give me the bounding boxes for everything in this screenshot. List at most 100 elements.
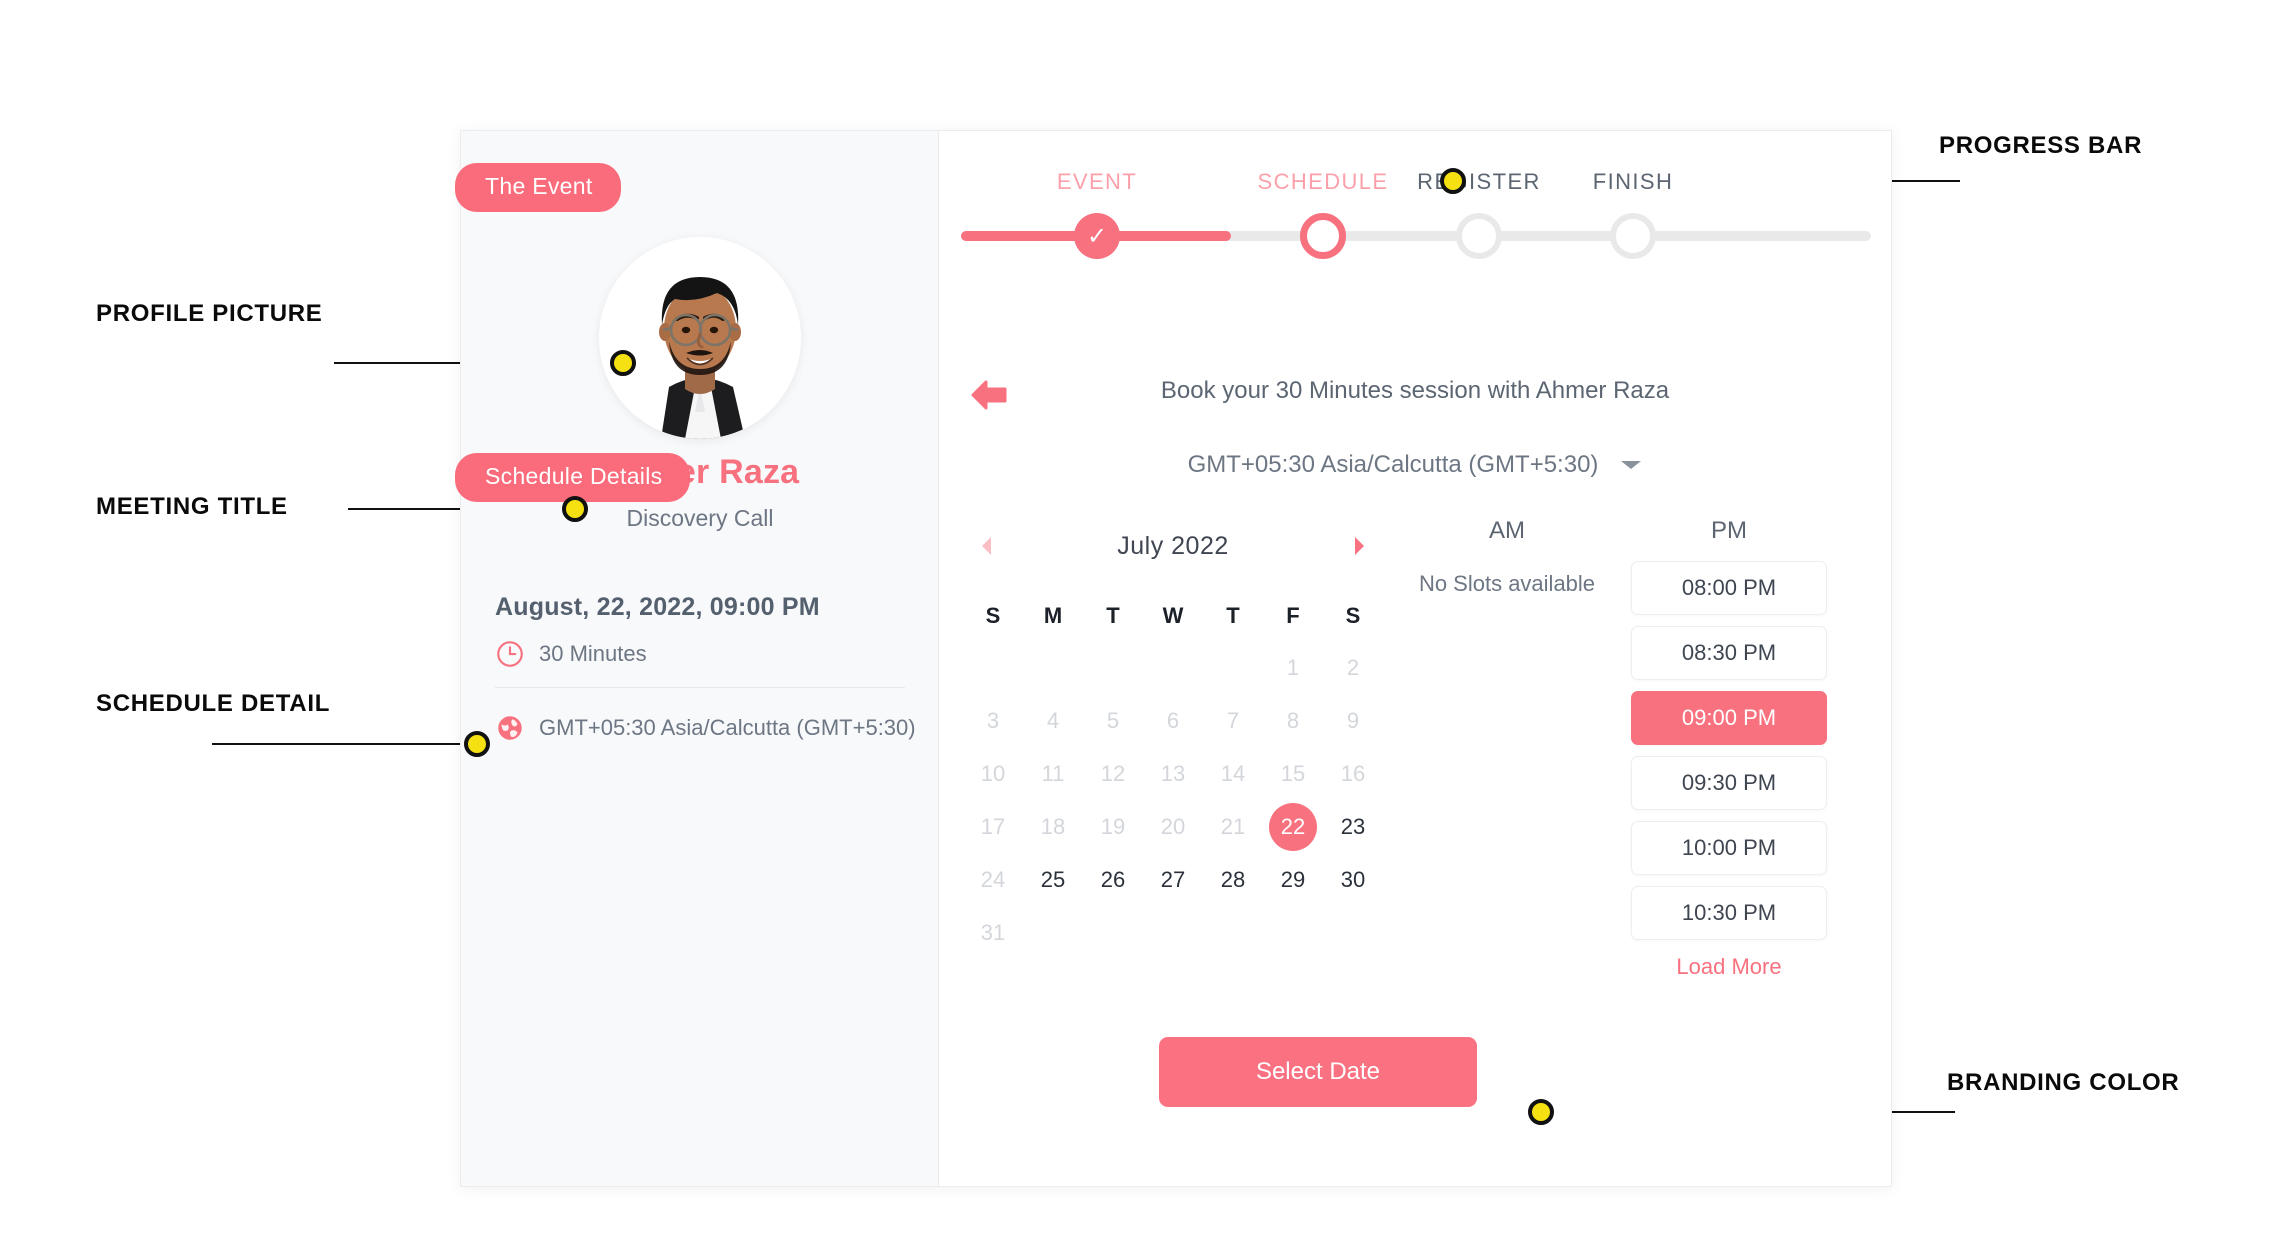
booking-main-panel: EVENT ✓ SCHEDULE REGISTER FINISH Book yo… [939, 131, 1891, 1186]
calendar-day: 11 [1041, 760, 1065, 786]
globe-icon [498, 716, 522, 740]
calendar-day-selected[interactable]: 22 [1263, 800, 1323, 853]
screenshot-root: PROFILE PICTURE MEETING TITLE SCHEDULE D… [0, 0, 2294, 1246]
annotation-label-meeting-title: MEETING TITLE [96, 493, 288, 520]
schedule-duration-text: 30 Minutes [539, 641, 647, 666]
progress-step-event[interactable]: ✓ [1074, 213, 1120, 259]
load-more-link[interactable]: Load More [1631, 954, 1827, 980]
progress-label-event: EVENT [1056, 169, 1138, 194]
calendar-day: 1 [1286, 654, 1300, 680]
calendar-day[interactable]: 26 [1083, 853, 1143, 906]
calendar-day[interactable]: 27 [1143, 853, 1203, 906]
calendar-dow-0: S [985, 603, 1001, 628]
calendar-blank-cell [963, 641, 1023, 694]
booking-card: The Event Ahmer Raza Discovery Call Sche… [455, 130, 1892, 1187]
clock-icon [497, 641, 523, 667]
calendar-blank-cell [1143, 641, 1203, 694]
calendar-dow-4: T [1226, 603, 1240, 628]
calendar-dow-2: T [1106, 603, 1120, 628]
time-slots: AM No Slots available PM 08:00 PM 08:30 P… [1409, 517, 1829, 980]
calendar-day: 4 [1046, 707, 1060, 733]
time-slot[interactable]: 09:30 PM [1631, 756, 1827, 810]
calendar-blank-cell [1083, 641, 1143, 694]
schedule-timezone-row: GMT+05:30 Asia/Calcutta (GMT+5:30) [495, 713, 916, 743]
annotation-dot-progress-bar [1440, 168, 1466, 194]
calendar-day: 12 [1100, 760, 1126, 786]
am-no-slots-text: No Slots available [1418, 571, 1596, 596]
calendar-day: 6 [1166, 707, 1180, 733]
calendar-day: 15 [1280, 760, 1306, 786]
timezone-selected-value: GMT+05:30 Asia/Calcutta (GMT+5:30) [1187, 451, 1599, 478]
calendar-day: 5 [1106, 707, 1120, 733]
calendar-day: 13 [1160, 760, 1186, 786]
calendar-day[interactable]: 29 [1263, 853, 1323, 906]
calendar-day: 17 [980, 813, 1006, 839]
profile-picture [599, 237, 801, 439]
progress-step-schedule[interactable] [1300, 213, 1346, 259]
pm-slot-list: 08:00 PM 08:30 PM 09:00 PM 09:30 PM 10:00 PM… [1631, 561, 1827, 940]
calendar: July 2022 S M T W T F S 1 2 3 4 5 6 7 8 9 10 11 12 13 14 15 16… [963, 523, 1383, 959]
annotation-label-branding-color: BRANDING COLOR [1947, 1069, 2180, 1096]
calendar-day[interactable]: 30 [1323, 853, 1383, 906]
calendar-day: 18 [1040, 813, 1066, 839]
calendar-header: July 2022 [963, 523, 1383, 569]
calendar-month-year: July 2022 [1117, 531, 1229, 560]
am-header: AM [1489, 517, 1525, 544]
the-event-badge: The Event [455, 163, 621, 212]
schedule-details-badge: Schedule Details [455, 453, 691, 502]
event-sidebar: The Event Ahmer Raza Discovery Call Sche… [455, 131, 939, 1186]
progress-label-register: REGISTER [1417, 169, 1541, 194]
annotation-label-profile-picture: PROFILE PICTURE [96, 300, 323, 327]
calendar-blank-cell [1023, 641, 1083, 694]
annotation-dot-branding-color [1528, 1099, 1554, 1125]
schedule-timezone-text: GMT+05:30 Asia/Calcutta (GMT+5:30) [539, 715, 916, 740]
annotation-dot-profile-picture [610, 350, 636, 376]
progress-label-finish: FINISH [1592, 169, 1674, 194]
select-date-button[interactable]: Select Date [1159, 1037, 1477, 1107]
calendar-day: 20 [1160, 813, 1186, 839]
time-slot[interactable]: 08:30 PM [1631, 626, 1827, 680]
time-slot[interactable]: 08:00 PM [1631, 561, 1827, 615]
progress-bar: EVENT ✓ SCHEDULE REGISTER FINISH [961, 169, 1871, 265]
booking-heading: Book your 30 Minutes session with Ahmer … [1160, 377, 1670, 404]
schedule-datetime: August, 22, 2022, 09:00 PM [495, 593, 820, 621]
schedule-duration-row: 30 Minutes [495, 639, 647, 669]
calendar-dow-5: F [1286, 603, 1300, 628]
calendar-day: 16 [1340, 760, 1366, 786]
timezone-select[interactable]: GMT+05:30 Asia/Calcutta (GMT+5:30) [939, 451, 1891, 479]
calendar-day-label: 22 [1269, 802, 1317, 851]
calendar-dow-1: M [1043, 603, 1063, 628]
chevron-left-icon[interactable] [977, 534, 997, 558]
calendar-day: 2 [1346, 654, 1360, 680]
calendar-dow-6: S [1345, 603, 1361, 628]
progress-step-finish[interactable] [1610, 213, 1656, 259]
calendar-grid: S M T W T F S 1 2 3 4 5 6 7 8 9 10 11 12 13 14 15 16 17 18 19 20 21… [963, 591, 1383, 959]
annotation-dot-schedule-detail [464, 731, 490, 757]
pm-slot-column: PM 08:00 PM 08:30 PM 09:00 PM 09:30 PM 10:00… [1631, 517, 1827, 980]
progress-step-register[interactable] [1456, 213, 1502, 259]
calendar-day: 10 [980, 760, 1006, 786]
calendar-day[interactable]: 28 [1203, 853, 1263, 906]
calendar-day: 21 [1220, 813, 1246, 839]
calendar-day: 24 [980, 866, 1006, 892]
annotation-dot-meeting-title [562, 496, 588, 522]
annotation-label-schedule-detail: SCHEDULE DETAIL [96, 690, 331, 717]
calendar-day: 14 [1220, 760, 1246, 786]
meeting-title: Discovery Call [626, 505, 774, 531]
calendar-day: 3 [986, 707, 1000, 733]
calendar-day: 31 [980, 919, 1006, 945]
pm-header: PM [1711, 517, 1747, 544]
calendar-blank-cell [1203, 641, 1263, 694]
time-slot[interactable]: 10:30 PM [1631, 886, 1827, 940]
time-slot-selected[interactable]: 09:00 PM [1631, 691, 1827, 745]
progress-label-schedule: SCHEDULE [1257, 169, 1389, 194]
annotation-label-progress-bar: PROGRESS BAR [1939, 132, 2143, 159]
chevron-right-icon[interactable] [1349, 534, 1369, 558]
calendar-day[interactable]: 23 [1323, 800, 1383, 853]
calendar-day: 8 [1286, 707, 1300, 733]
time-slot[interactable]: 10:00 PM [1631, 821, 1827, 875]
chevron-down-icon [1621, 461, 1642, 469]
schedule-divider [495, 687, 905, 688]
calendar-day: 7 [1226, 707, 1240, 733]
calendar-day[interactable]: 25 [1023, 853, 1083, 906]
